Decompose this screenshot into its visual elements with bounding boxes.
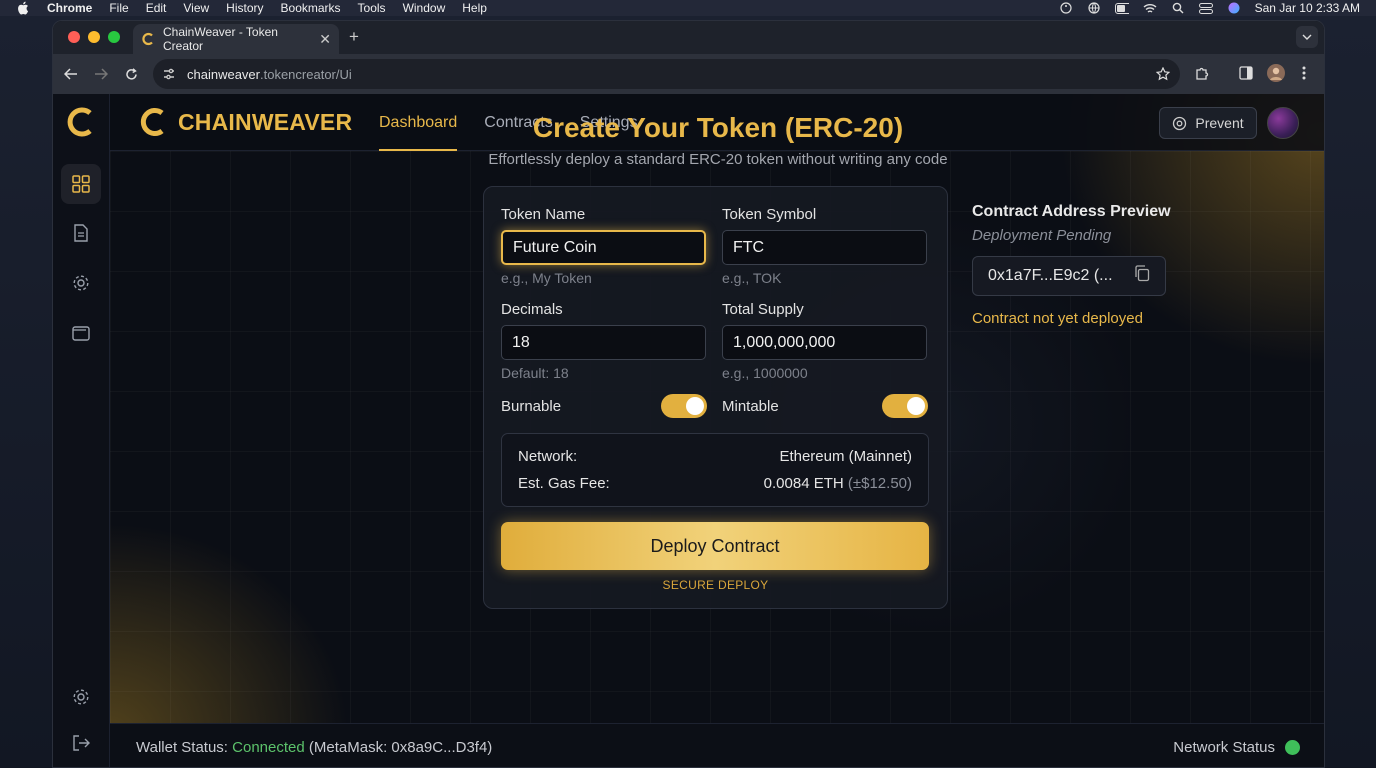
- profile-avatar[interactable]: [1267, 64, 1285, 82]
- globe-icon[interactable]: [1087, 2, 1101, 14]
- token-symbol-hint: e.g., TOK: [722, 270, 782, 286]
- sidebar-logout-icon[interactable]: [61, 723, 101, 763]
- network-status-label: Network Status: [1173, 739, 1275, 756]
- contract-address: 0x1a7F...E9c2 (...: [988, 267, 1113, 284]
- menu-help[interactable]: Help: [462, 1, 487, 15]
- menu-tools[interactable]: Tools: [358, 1, 386, 15]
- wallet-status: Wallet Status: Connected (MetaMask: 0x8a…: [136, 739, 492, 756]
- wallet-status-label: Wallet Status:: [136, 739, 228, 756]
- total-supply-label: Total Supply: [722, 301, 804, 318]
- left-sidebar: [53, 94, 110, 767]
- spotlight-search-icon[interactable]: [1171, 2, 1185, 14]
- browser-window: ChainWeaver - Token Creator ✕ + chainwea…: [52, 20, 1325, 768]
- accessibility-icon[interactable]: [1059, 2, 1073, 14]
- gas-fee-row: Est. Gas Fee: 0.0084 ETH (±$12.50): [518, 475, 912, 492]
- gas-fee-value: 0.0084 ETH: [763, 475, 844, 492]
- burnable-toggle[interactable]: [661, 394, 707, 418]
- deploy-contract-button[interactable]: Deploy Contract: [501, 522, 929, 570]
- status-bar: Wallet Status: Connected (MetaMask: 0x8a…: [110, 723, 1324, 767]
- menu-edit[interactable]: Edit: [146, 1, 167, 15]
- token-name-hint: e.g., My Token: [501, 270, 592, 286]
- network-status: Network Status: [1173, 739, 1300, 756]
- wallet-detail: (MetaMask: 0x8a9C...D3f4): [308, 739, 493, 756]
- window-controls: [68, 31, 120, 43]
- token-name-input[interactable]: [501, 230, 706, 265]
- gas-fee-label: Est. Gas Fee:: [518, 475, 610, 492]
- zoom-window-button[interactable]: [108, 31, 120, 43]
- back-arrow-icon[interactable]: [63, 66, 79, 82]
- contract-preview-title: Contract Address Preview: [972, 203, 1171, 220]
- control-center-icon[interactable]: [1198, 2, 1213, 14]
- menu-bookmarks[interactable]: Bookmarks: [281, 1, 341, 15]
- wallet-connected-state: Connected: [232, 739, 305, 756]
- url-host: chainweaver: [187, 66, 260, 82]
- close-tab-icon[interactable]: ✕: [319, 31, 331, 48]
- address-bar[interactable]: chainweaver .tokencreator/Ui: [153, 59, 1180, 89]
- chrome-menu-kebab-icon[interactable]: [1302, 66, 1306, 80]
- siri-icon[interactable]: [1227, 2, 1241, 14]
- reload-icon[interactable]: [123, 66, 139, 82]
- burnable-toggle-knob: [686, 397, 704, 415]
- menu-history[interactable]: History: [226, 1, 263, 15]
- url-path: .tokencreator/Ui: [260, 66, 352, 82]
- contract-preview-subtitle: Deployment Pending: [972, 227, 1112, 244]
- battery-icon[interactable]: [1114, 2, 1129, 14]
- menu-window[interactable]: Window: [403, 1, 446, 15]
- token-name-label: Token Name: [501, 206, 586, 223]
- mintable-label: Mintable: [722, 398, 779, 415]
- page-content: CHAINWEAVER Dashboard Contracts Settings…: [53, 94, 1324, 767]
- network-value: Ethereum (Mainnet): [779, 448, 912, 465]
- chainweaver-logo-icon[interactable]: [64, 105, 98, 144]
- new-tab-icon[interactable]: +: [349, 27, 359, 47]
- sidebar-dashboard-grid-icon[interactable]: [61, 164, 101, 204]
- menu-view[interactable]: View: [183, 1, 209, 15]
- extensions-puzzle-icon[interactable]: [1194, 66, 1210, 82]
- network-info-box: Network: Ethereum (Mainnet) Est. Gas Fee…: [501, 433, 929, 507]
- menu-file[interactable]: File: [109, 1, 128, 15]
- mintable-toggle[interactable]: [882, 394, 928, 418]
- menu-app-name[interactable]: Chrome: [47, 1, 92, 15]
- site-settings-icon[interactable]: [162, 67, 176, 81]
- wifi-icon[interactable]: [1143, 2, 1157, 14]
- copy-icon[interactable]: [1134, 265, 1150, 287]
- network-label: Network:: [518, 448, 578, 465]
- network-status-indicator: [1285, 740, 1300, 755]
- chainweaver-favicon-icon: [141, 32, 155, 46]
- sidebar-settings-gear-icon[interactable]: [61, 263, 101, 303]
- close-window-button[interactable]: [68, 31, 80, 43]
- sidebar-bottom-settings-gear-icon[interactable]: [61, 677, 101, 717]
- macos-menu-bar: Chrome File Edit View History Bookmarks …: [0, 0, 1376, 16]
- apple-icon[interactable]: [17, 1, 31, 15]
- side-panel-icon[interactable]: [1239, 66, 1253, 80]
- minimize-window-button[interactable]: [88, 31, 100, 43]
- tab-strip: ChainWeaver - Token Creator ✕ +: [53, 21, 1324, 54]
- browser-toolbar: chainweaver .tokencreator/Ui: [53, 54, 1324, 94]
- network-row: Network: Ethereum (Mainnet): [518, 448, 912, 465]
- main-area: CHAINWEAVER Dashboard Contracts Settings…: [110, 94, 1324, 767]
- page-subtitle: Effortlessly deploy a standard ERC-20 to…: [488, 151, 948, 168]
- decimals-hint: Default: 18: [501, 365, 569, 381]
- burnable-label: Burnable: [501, 398, 562, 415]
- tab-title: ChainWeaver - Token Creator: [163, 25, 278, 53]
- page-title: Create Your Token (ERC-20): [532, 112, 904, 143]
- total-supply-hint: e.g., 1000000: [722, 365, 808, 381]
- token-symbol-input[interactable]: [722, 230, 927, 265]
- secure-deploy-caption: SECURE DEPLOY: [662, 578, 769, 592]
- deployment-status-text: Contract not yet deployed: [972, 310, 1143, 327]
- sidebar-contracts-document-icon[interactable]: [61, 213, 101, 253]
- browser-tab[interactable]: ChainWeaver - Token Creator ✕: [133, 24, 339, 54]
- total-supply-input[interactable]: [722, 325, 927, 360]
- decimals-label: Decimals: [501, 301, 563, 318]
- menubar-clock[interactable]: San Jar 10 2:33 AM: [1255, 1, 1360, 15]
- forward-arrow-icon[interactable]: [93, 66, 109, 82]
- bookmark-star-icon[interactable]: [1155, 66, 1171, 84]
- gas-fee-usd: (±$12.50): [847, 475, 912, 492]
- token-form-card: Token Name e.g., My Token Token Symbol e…: [483, 186, 948, 609]
- tab-search-chevron-down-icon[interactable]: [1296, 26, 1318, 48]
- mintable-toggle-knob: [907, 397, 925, 415]
- token-symbol-label: Token Symbol: [722, 206, 817, 223]
- contract-address-box: 0x1a7F...E9c2 (...: [972, 256, 1166, 296]
- decimals-input[interactable]: [501, 325, 706, 360]
- sidebar-wallet-icon[interactable]: [61, 313, 101, 353]
